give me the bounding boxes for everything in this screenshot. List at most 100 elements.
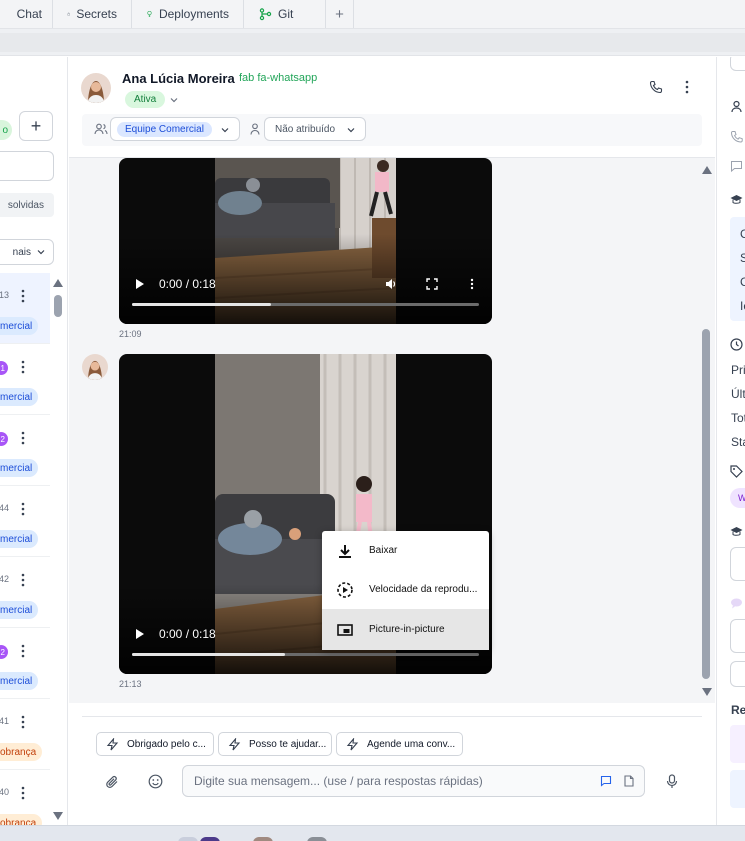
conversation-list-item[interactable]: 42 mercial	[0, 557, 50, 628]
chevron-down-icon[interactable]	[169, 95, 179, 105]
video-progress-bar[interactable]	[132, 653, 479, 656]
team-tag: obrança	[0, 743, 43, 761]
more-options-icon[interactable]	[685, 80, 689, 94]
microphone-icon[interactable]	[666, 774, 678, 789]
more-options-icon[interactable]	[21, 644, 25, 658]
channel-filter-select[interactable]: nais	[0, 239, 54, 265]
tab-deployments[interactable]: Deployments	[132, 0, 244, 28]
chat-icon	[731, 161, 742, 173]
assignment-bar: Equipe Comercial Não atribuído	[82, 114, 702, 146]
quick-reply-button[interactable]: Obrigado pelo c...	[96, 732, 214, 756]
more-options-icon[interactable]	[21, 360, 25, 374]
video-progress-fill	[132, 303, 271, 306]
scroll-up-arrow[interactable]	[53, 279, 63, 287]
menu-item-download[interactable]: Baixar	[322, 531, 489, 570]
conversation-list-item[interactable]: 44 mercial	[0, 486, 50, 557]
scroll-up-arrow[interactable]	[702, 166, 712, 174]
volume-icon[interactable]	[385, 278, 397, 290]
quick-reply-button[interactable]: Posso te ajudar...	[218, 732, 332, 756]
chat-pane: Ana Lúcia Moreira fab fa-whatsapp Ativa …	[69, 57, 715, 825]
details-field[interactable]	[730, 547, 745, 581]
conversation-list: 13 mercial 1 mercial 2 mercial 44 mercial 42 merc…	[0, 273, 50, 825]
lightning-icon	[228, 738, 241, 751]
contact-avatar[interactable]	[81, 73, 111, 103]
info-line: C	[740, 275, 745, 289]
scroll-down-arrow[interactable]	[53, 812, 63, 820]
response-card[interactable]	[730, 725, 745, 763]
conversation-list-item[interactable]: 40 obrança	[0, 770, 50, 825]
tab-chat-label: Chat	[16, 7, 42, 21]
new-tab-button[interactable]: +	[326, 0, 354, 28]
status-badge[interactable]: Ativa	[125, 91, 166, 108]
message-thread-scrollbar[interactable]	[699, 158, 715, 703]
attachment-icon[interactable]	[105, 775, 119, 789]
lightning-icon	[346, 738, 359, 751]
conversation-list-item[interactable]: 2 mercial	[0, 415, 50, 486]
menu-item-picture-in-picture[interactable]: Picture-in-picture	[322, 609, 489, 650]
conversation-search-input[interactable]	[0, 151, 54, 181]
details-field[interactable]	[730, 661, 745, 687]
team-select[interactable]: Equipe Comercial	[110, 117, 240, 141]
resolved-filter-tab[interactable]: solvidas	[0, 193, 54, 217]
taskbar-app[interactable]	[307, 837, 327, 841]
graduation-cap-icon	[730, 527, 743, 536]
fullscreen-icon[interactable]	[426, 278, 438, 290]
message-input[interactable]	[183, 766, 583, 796]
more-options-icon[interactable]	[21, 289, 25, 303]
contact-tag[interactable]: W	[730, 488, 745, 508]
assignee-select[interactable]: Não atribuído	[264, 117, 366, 141]
tab-deployments-label: Deployments	[158, 7, 229, 21]
more-options-icon[interactable]	[21, 502, 25, 516]
taskbar-app[interactable]	[253, 837, 273, 841]
tab-secrets[interactable]: Secrets	[53, 0, 132, 28]
conversation-list-item[interactable]: 41 obrança	[0, 699, 50, 770]
comment-icon[interactable]	[600, 775, 612, 787]
scroll-thumb[interactable]	[702, 329, 710, 679]
conversation-list-item[interactable]: 13 mercial	[0, 273, 50, 344]
emoji-icon[interactable]	[148, 774, 163, 789]
team-tag: obrança	[0, 814, 43, 825]
more-options-icon[interactable]	[21, 786, 25, 800]
stat-label: Sta	[731, 435, 745, 449]
speech-bubble-icon	[731, 598, 742, 609]
video-options-icon[interactable]	[466, 278, 478, 290]
message-composer: Obrigado pelo c... Posso te ajudar... Ag…	[69, 703, 715, 825]
team-tag: mercial	[0, 601, 39, 619]
conversation-list-item[interactable]: 2 mercial	[0, 628, 50, 699]
team-tag: mercial	[0, 388, 39, 406]
contact-info-card: C S C Ic	[730, 217, 745, 321]
tab-chat[interactable]: Chat	[0, 0, 53, 28]
menu-item-label: Baixar	[369, 545, 398, 556]
more-options-icon[interactable]	[21, 573, 25, 587]
lightning-icon	[106, 738, 119, 751]
more-options-icon[interactable]	[21, 715, 25, 729]
new-conversation-button[interactable]: +	[19, 111, 53, 141]
info-line: S	[740, 251, 745, 265]
conversation-list-scrollbar[interactable]	[50, 273, 66, 825]
tab-git-label: Git	[278, 7, 294, 21]
menu-item-playback-speed[interactable]: Velocidade da reprodu...	[322, 570, 489, 609]
phone-icon[interactable]	[649, 80, 663, 94]
info-line: Ic	[740, 299, 745, 313]
details-field[interactable]	[730, 619, 745, 653]
playback-speed-icon	[337, 581, 353, 598]
scroll-down-arrow[interactable]	[702, 688, 712, 696]
deploy-icon	[147, 10, 152, 17]
taskbar-app[interactable]	[178, 837, 198, 841]
scroll-thumb[interactable]	[54, 295, 62, 317]
contact-name: Ana Lúcia Moreira	[122, 71, 235, 86]
play-icon[interactable]	[136, 279, 144, 289]
play-icon[interactable]	[136, 629, 144, 639]
conversation-list-item[interactable]: 1 mercial	[0, 344, 50, 415]
address-strip	[0, 33, 745, 52]
note-icon[interactable]	[623, 775, 635, 787]
quick-reply-button[interactable]: Agende uma conv...	[336, 732, 463, 756]
video-message-1[interactable]: 0:00 / 0:18	[119, 158, 492, 324]
tab-git[interactable]: Git	[244, 0, 326, 28]
picture-in-picture-icon	[337, 623, 353, 636]
taskbar-app[interactable]	[200, 837, 220, 841]
unread-badge: 2	[0, 432, 8, 446]
video-progress-bar[interactable]	[132, 303, 479, 306]
more-options-icon[interactable]	[21, 431, 25, 445]
response-card[interactable]	[730, 770, 745, 808]
